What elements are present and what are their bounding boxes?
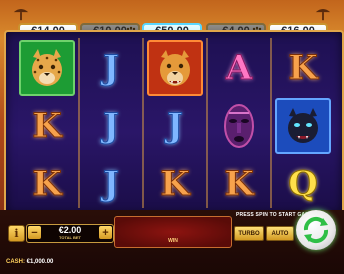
reel-symbol: J xyxy=(82,40,140,96)
cash-balance: CASH: €1,000.00 xyxy=(6,259,53,265)
symbol-letter-q: Q xyxy=(288,164,319,204)
reel-divider xyxy=(142,38,144,208)
reel-symbol: K xyxy=(274,40,332,96)
win-display: WIN xyxy=(114,216,232,248)
bet-value: €2.00 xyxy=(58,225,82,235)
bet-selector: − €2.00 TOTAL BET + xyxy=(26,224,114,243)
symbol-letter-j: J xyxy=(102,48,120,88)
reel-symbol: K xyxy=(146,156,204,212)
bet-increase-button[interactable]: + xyxy=(99,226,112,239)
reel: KK xyxy=(18,36,76,208)
reel-symbol: J xyxy=(146,98,204,154)
reel: JK xyxy=(146,36,204,208)
symbol-letter-j: J xyxy=(166,106,184,146)
reel: KQ xyxy=(274,36,332,208)
turbo-button[interactable]: TURBO xyxy=(234,226,264,241)
reel-symbol xyxy=(210,98,268,154)
reel-symbol: K xyxy=(210,156,268,212)
symbol-letter-k: K xyxy=(32,164,63,204)
symbol-letter-a: A xyxy=(225,48,253,88)
symbol-cheetah xyxy=(19,40,75,96)
info-button[interactable]: i xyxy=(8,225,25,242)
reel-divider xyxy=(206,38,208,208)
reel-symbol: K xyxy=(18,156,76,212)
symbol-letter-j: J xyxy=(102,106,120,146)
symbol-panther xyxy=(275,98,331,154)
reels-frame: KKJJJJKAKKQ xyxy=(4,30,344,216)
symbol-letter-k: K xyxy=(288,48,319,88)
reel-symbol xyxy=(274,98,332,154)
reel-symbol: Q xyxy=(274,156,332,212)
symbol-letter-k: K xyxy=(160,164,191,204)
lioness-icon xyxy=(160,50,190,86)
reel-symbol: J xyxy=(82,98,140,154)
symbol-letter-k: K xyxy=(32,106,63,146)
reel-symbol: J xyxy=(82,156,140,212)
reel-symbol: K xyxy=(18,98,76,154)
reel-symbol xyxy=(146,40,204,96)
symbol-letter-j: J xyxy=(102,164,120,204)
bet-decrease-button[interactable]: − xyxy=(28,226,41,239)
reel-symbol: A xyxy=(210,40,268,96)
autoplay-button[interactable]: AUTO xyxy=(266,226,294,241)
tree-icon xyxy=(315,8,331,21)
win-label: WIN xyxy=(168,238,178,244)
reel: JJJ xyxy=(82,36,140,208)
reel-divider xyxy=(270,38,272,208)
tree-icon xyxy=(13,8,29,21)
tribal-mask-icon xyxy=(224,104,254,148)
symbol-letter-k: K xyxy=(224,164,255,204)
cheetah-icon xyxy=(32,49,62,86)
reel: AK xyxy=(210,36,268,208)
reel-symbol xyxy=(18,40,76,96)
spin-button[interactable] xyxy=(296,210,336,250)
cash-label: CASH: xyxy=(6,259,25,265)
panther-icon xyxy=(288,108,318,143)
spin-arrows-icon xyxy=(303,216,329,244)
bet-label: TOTAL BET xyxy=(59,235,81,240)
reel-divider xyxy=(78,38,80,208)
symbol-lion xyxy=(147,40,203,96)
cash-value: €1,000.00 xyxy=(26,259,54,265)
